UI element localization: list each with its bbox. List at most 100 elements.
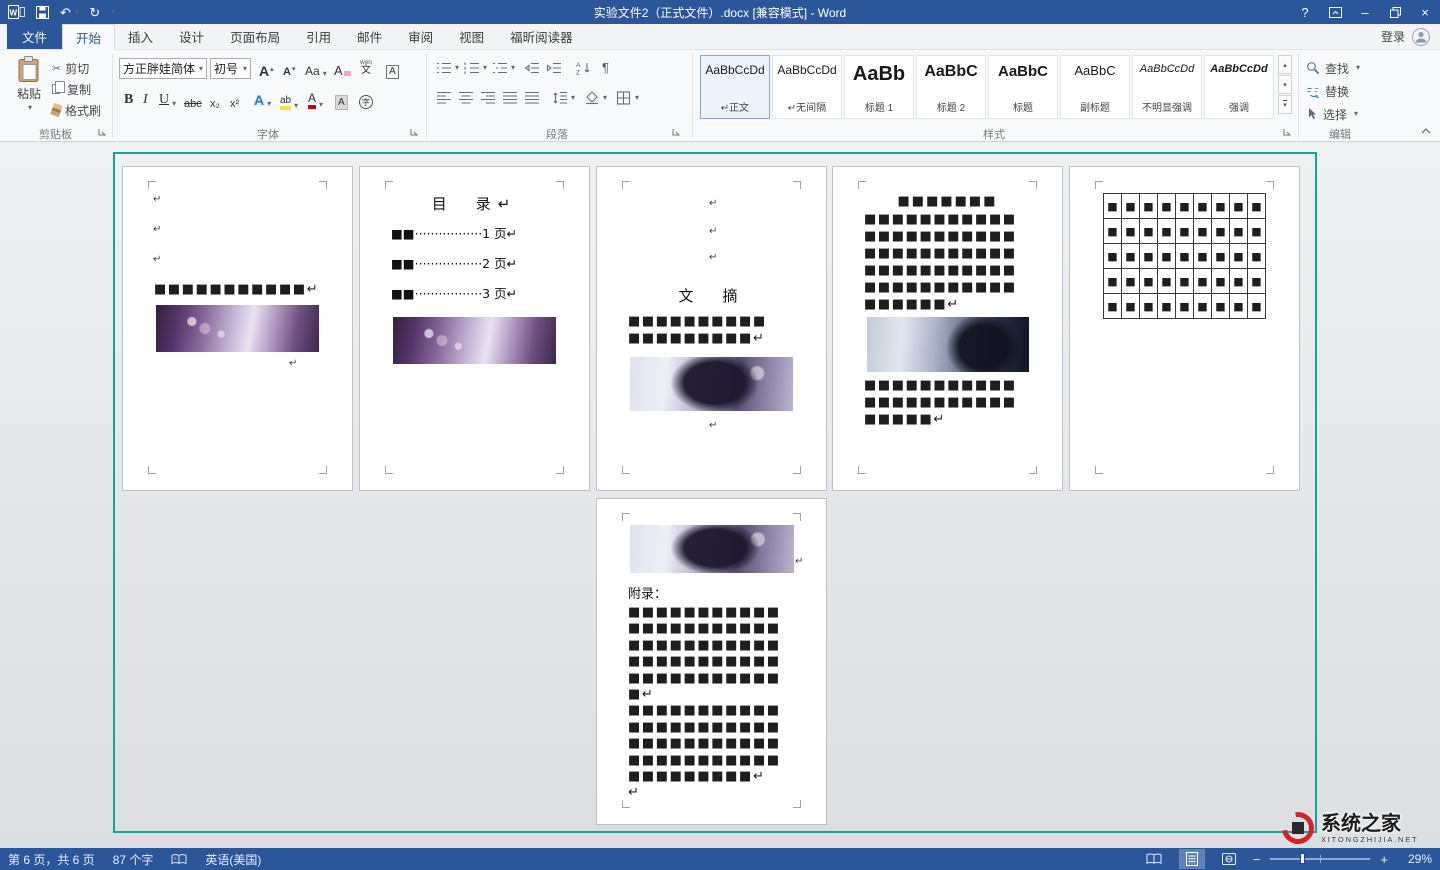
document-image[interactable] <box>867 317 1029 372</box>
shrink-font-button[interactable]: A▾ <box>281 58 297 78</box>
customize-qat-icon[interactable]: ▾ <box>111 9 115 16</box>
styles-scroll-up-button[interactable]: ▴ <box>1278 55 1292 74</box>
text-effects-button[interactable]: A▾ <box>252 88 273 108</box>
style-subtitle[interactable]: AaBbC 副标题 <box>1060 55 1130 119</box>
sign-in[interactable]: 登录 <box>1381 24 1440 49</box>
page-6[interactable]: ↵ 附录： ■■■■■■■■■■■■■■■■■■■■■■■■■■■■■■■■■■… <box>596 498 827 825</box>
clear-formatting-button[interactable]: A <box>332 58 353 78</box>
bullets-button[interactable]: ▾ <box>436 59 459 77</box>
zoom-in-button[interactable]: + <box>1380 852 1388 867</box>
help-button[interactable]: ? <box>1290 0 1320 24</box>
highlight-color-button[interactable]: ab▾ <box>278 90 300 110</box>
numbering-button[interactable]: ▾ <box>464 59 487 77</box>
styles-scroll-down-button[interactable]: ▾ <box>1278 75 1292 94</box>
web-layout-button[interactable] <box>1215 850 1243 868</box>
replace-button[interactable]: 替换 <box>1306 82 1349 100</box>
grow-font-button[interactable]: A▴ <box>257 58 276 78</box>
ribbon-display-options-button[interactable] <box>1320 0 1350 24</box>
page-5[interactable]: ■■■■■■■■■■■■■■■■■■■■■■■■■■■■■■■■■■■■■■■■… <box>1069 166 1300 491</box>
redacted-table[interactable]: ■■■■■■■■■■■■■■■■■■■■■■■■■■■■■■■■■■■■■■■■… <box>1103 193 1266 319</box>
copy-button[interactable]: 复制 <box>52 80 91 98</box>
shading-button[interactable]: ▾ <box>584 89 607 107</box>
page-1[interactable]: ↵ ↵ ↵ ■■■■■■■■■■■↵ ↵ <box>122 166 353 491</box>
undo-dropdown-icon[interactable]: ▾ <box>75 9 79 16</box>
find-button[interactable]: 查找 ▾ <box>1306 59 1360 77</box>
show-hide-marks-button[interactable]: ¶ <box>602 58 609 76</box>
line-spacing-button[interactable]: ▾ <box>552 89 575 107</box>
document-image[interactable] <box>156 305 319 352</box>
style-no-spacing[interactable]: AaBbCcDd ↵无间隔 <box>772 55 842 119</box>
zoom-level[interactable]: 29% <box>1398 852 1432 866</box>
justify-button[interactable] <box>502 89 518 107</box>
select-button[interactable]: 选择 ▾ <box>1306 105 1358 123</box>
bold-button[interactable]: B <box>122 88 135 108</box>
font-dialog-launcher[interactable] <box>410 128 419 137</box>
restore-button[interactable] <box>1380 0 1410 24</box>
paragraph-dialog-launcher[interactable] <box>672 128 681 137</box>
font-name-select[interactable]: 方正胖娃简体 ▾ <box>119 58 207 79</box>
language-indicator[interactable]: 英语(美国) <box>205 851 261 868</box>
tab-mailings[interactable]: 邮件 <box>344 24 395 49</box>
tab-file[interactable]: 文件 <box>7 24 62 49</box>
undo-button[interactable]: ↶ <box>60 6 71 19</box>
tab-foxit-reader[interactable]: 福昕阅读器 <box>497 24 586 49</box>
tab-home[interactable]: 开始 <box>62 24 115 50</box>
collapse-ribbon-button[interactable] <box>1420 126 1432 135</box>
increase-indent-button[interactable] <box>546 59 562 77</box>
clipboard-dialog-launcher[interactable] <box>98 128 107 137</box>
superscript-button[interactable]: x² <box>228 90 241 110</box>
document-canvas[interactable]: ↵ ↵ ↵ ■■■■■■■■■■■↵ ↵ 目 录↵ ■■············… <box>0 142 1440 848</box>
zoom-slider[interactable] <box>1270 858 1370 860</box>
tab-page-layout[interactable]: 页面布局 <box>217 24 293 49</box>
style-heading-1[interactable]: AaBb 标题 1 <box>844 55 914 119</box>
tab-references[interactable]: 引用 <box>293 24 344 49</box>
phonetic-guide-button[interactable]: wén文 <box>358 56 374 76</box>
strikethrough-button[interactable]: abc <box>182 90 204 110</box>
decrease-indent-button[interactable] <box>524 59 540 77</box>
word-count[interactable]: 87 个字 <box>113 851 154 868</box>
align-right-button[interactable] <box>480 89 496 107</box>
font-color-button[interactable]: A▾ <box>306 89 325 109</box>
style-subtle-emphasis[interactable]: AaBbCcDd 不明显强调 <box>1132 55 1202 119</box>
sort-button[interactable]: AZ <box>576 59 592 77</box>
multilevel-list-button[interactable]: ▾ <box>492 59 515 77</box>
zoom-out-button[interactable]: − <box>1253 852 1261 867</box>
subscript-button[interactable]: x₂ <box>208 90 222 110</box>
page-4[interactable]: ■■■■■■■ ■■■■■■■■■■■■■■■■■■■■■■■■■■■■■■■■… <box>832 166 1063 491</box>
document-image[interactable] <box>393 317 556 364</box>
tab-design[interactable]: 设计 <box>166 24 217 49</box>
distribute-button[interactable] <box>524 89 540 107</box>
styles-more-button[interactable]: ▾ <box>1278 95 1292 114</box>
paste-button[interactable]: 粘贴 ▾ <box>8 56 50 112</box>
cut-button[interactable]: ✂ 剪切 <box>52 59 89 77</box>
align-center-button[interactable] <box>458 89 474 107</box>
underline-button[interactable]: U▾ <box>157 88 178 108</box>
save-icon[interactable] <box>36 6 49 19</box>
tab-review[interactable]: 审阅 <box>395 24 446 49</box>
borders-button[interactable]: ▾ <box>616 89 639 107</box>
document-image[interactable] <box>630 525 794 573</box>
style-emphasis[interactable]: AaBbCcDd 强调 <box>1204 55 1274 119</box>
character-border-button[interactable]: A <box>384 59 401 79</box>
align-left-button[interactable] <box>436 89 452 107</box>
proofing-icon[interactable] <box>171 853 187 866</box>
style-heading-2[interactable]: AaBbC 标题 2 <box>916 55 986 119</box>
redo-button[interactable]: ↻ <box>89 6 100 19</box>
font-size-select[interactable]: 初号 ▾ <box>210 58 251 79</box>
read-mode-button[interactable] <box>1139 850 1169 868</box>
print-layout-button[interactable] <box>1179 849 1205 869</box>
tab-insert[interactable]: 插入 <box>115 24 166 49</box>
style-title[interactable]: AaBbC 标题 <box>988 55 1058 119</box>
page-3[interactable]: ↵ ↵ ↵ 文 摘 ■■■■■■■■■■■■■■■■■■■↵ ↵ <box>596 166 827 491</box>
document-image[interactable] <box>630 357 793 411</box>
style-normal[interactable]: AaBbCcDd ↵正文 <box>700 55 770 119</box>
enclose-characters-button[interactable]: 字 <box>357 89 375 109</box>
page-2[interactable]: 目 录↵ ■■·················1 页↵■■··········… <box>359 166 590 491</box>
character-shading-button[interactable]: A <box>333 90 350 110</box>
minimize-button[interactable]: – <box>1350 0 1380 24</box>
format-painter-button[interactable]: 格式刷 <box>52 101 101 119</box>
styles-dialog-launcher[interactable] <box>1283 128 1292 137</box>
page-indicator[interactable]: 第 6 页，共 6 页 <box>8 851 95 868</box>
word-app-icon[interactable]: W <box>8 5 25 19</box>
italic-button[interactable]: I <box>141 88 150 108</box>
